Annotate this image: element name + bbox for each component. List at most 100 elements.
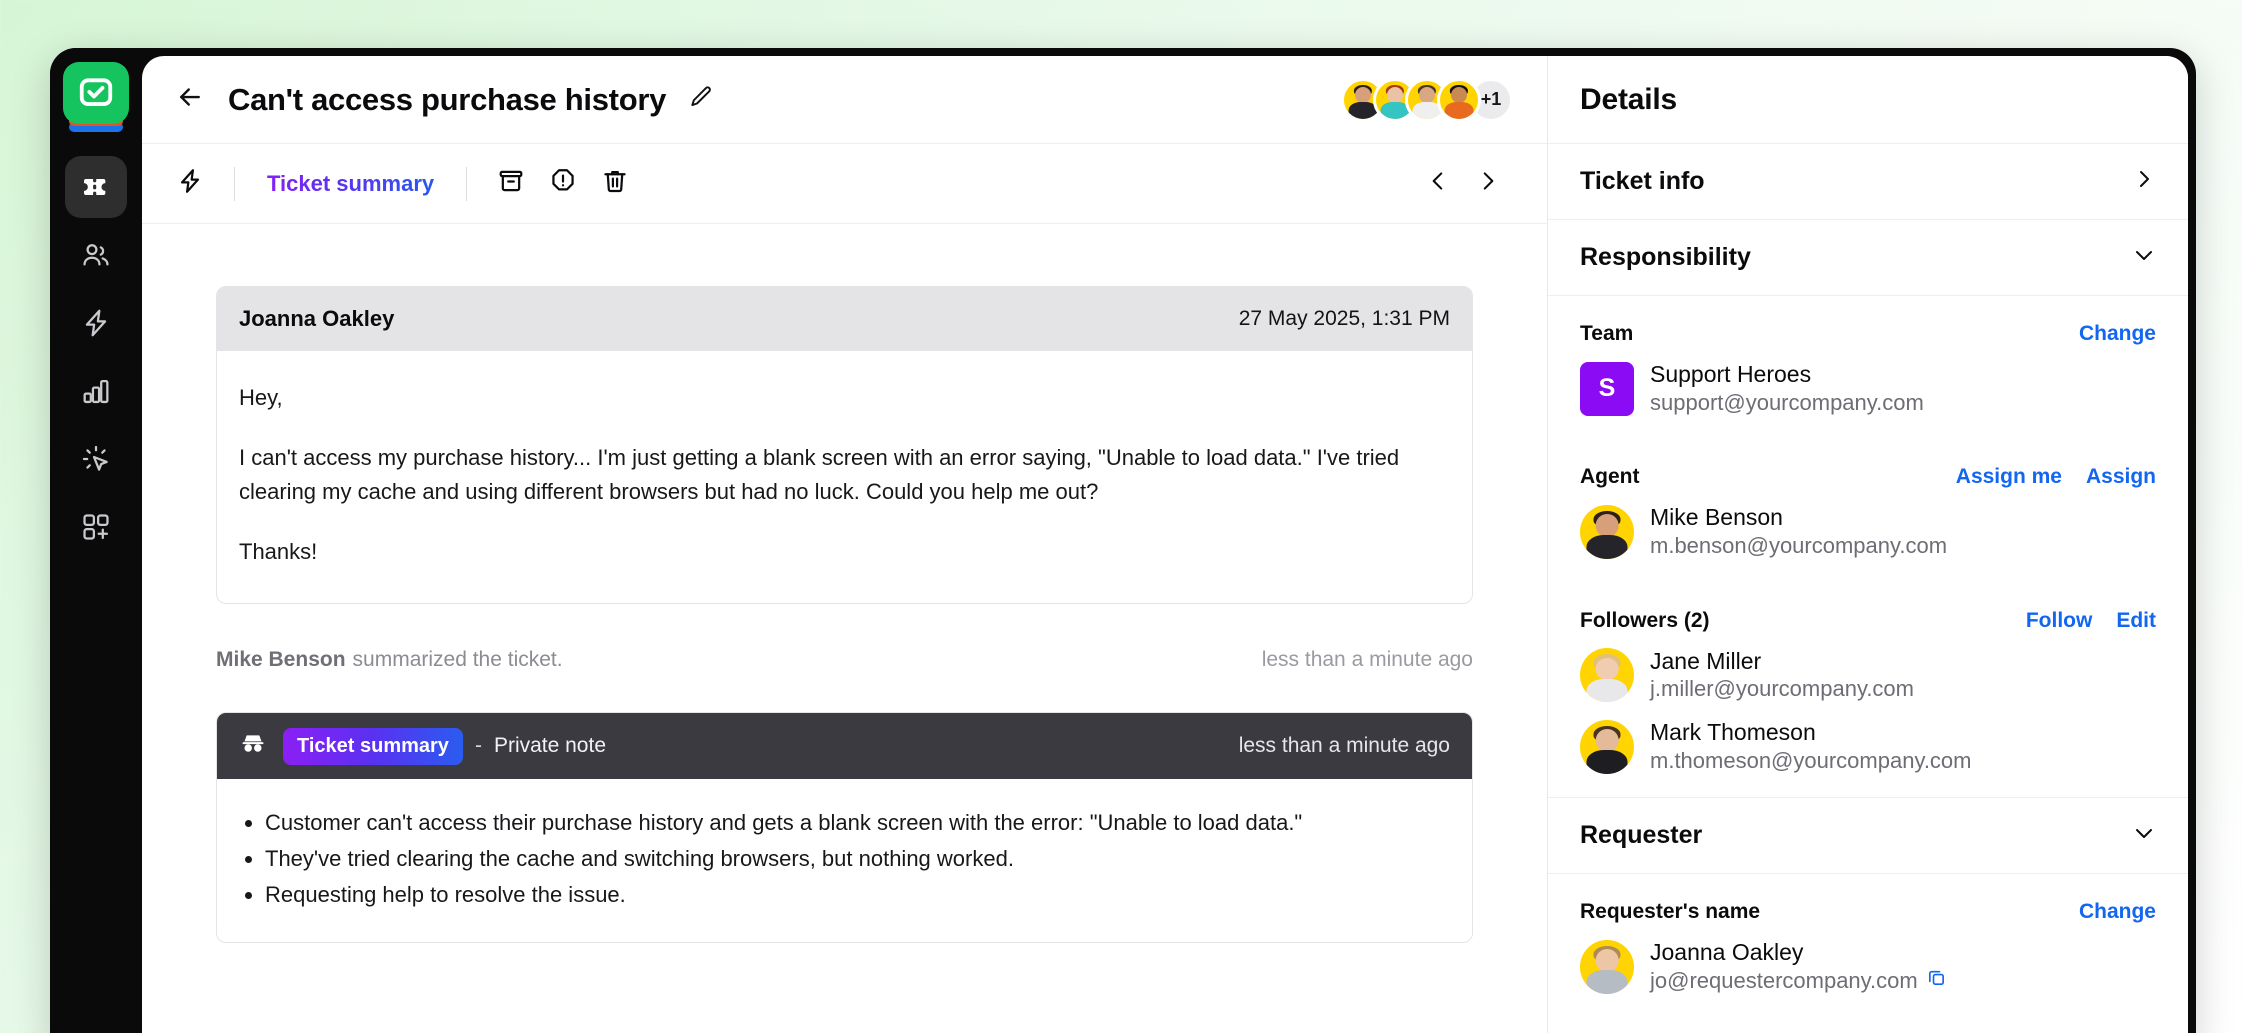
app-window: Can't access purchase history +1 Ticket …	[50, 48, 2196, 1033]
requester-email: jo@requestercompany.com	[1650, 968, 1918, 994]
toolbar-divider-1	[234, 166, 235, 201]
message-card: Joanna Oakley 27 May 2025, 1:31 PM Hey, …	[216, 286, 1473, 605]
requester-change-link[interactable]: Change	[2079, 900, 2156, 924]
apps-add-icon	[80, 511, 112, 543]
copy-icon[interactable]	[1926, 967, 1947, 996]
follower-avatar-1	[1580, 648, 1634, 703]
octagon-alert-icon	[549, 167, 577, 200]
rail-item-apps[interactable]	[65, 496, 127, 558]
requester-name-label: Requester's name	[1580, 900, 1761, 924]
archive-button[interactable]	[485, 158, 537, 210]
lightning-bolt-icon	[176, 167, 204, 200]
note-bullet-2: They've tried clearing the cache and swi…	[265, 841, 1450, 877]
team-label: Team	[1580, 322, 1634, 345]
rail-item-contacts[interactable]	[65, 224, 127, 286]
activity-text: summarized the ticket.	[352, 648, 563, 672]
requester-avatar	[1580, 940, 1634, 995]
team-initial: S	[1598, 374, 1616, 403]
rail-item-reports[interactable]	[65, 360, 127, 422]
chevron-down-icon	[2132, 821, 2156, 850]
agent-field-header: Agent Assign me Assign	[1580, 465, 2156, 489]
rail-item-automations[interactable]	[65, 292, 127, 354]
mark-spam-button[interactable]	[537, 158, 589, 210]
archive-box-icon	[497, 167, 525, 200]
agent-label: Agent	[1580, 465, 1640, 489]
left-nav-rail	[50, 48, 142, 1033]
message-paragraph-1: Hey,	[239, 385, 283, 410]
assign-link[interactable]: Assign	[2086, 465, 2156, 489]
assign-me-link[interactable]: Assign me	[1956, 465, 2062, 489]
requester-email-row: jo@requestercompany.com	[1650, 967, 1947, 996]
avatar-collaborator-4[interactable]	[1437, 77, 1481, 122]
ticket-header: Can't access purchase history +1	[142, 56, 1547, 144]
note-timestamp: less than a minute ago	[1238, 734, 1450, 758]
team-change-link[interactable]: Change	[2079, 322, 2156, 346]
ai-sparkle-cursor-icon	[80, 443, 112, 475]
chevron-down-icon	[2132, 243, 2156, 272]
logo-mark	[63, 62, 129, 124]
reports-bar-chart-icon	[80, 375, 112, 407]
ticket-toolbar: Ticket summary	[142, 144, 1547, 224]
section-ticket-info[interactable]: Ticket info	[1548, 144, 2188, 220]
app-logo-checkbox[interactable]	[63, 62, 129, 140]
section-responsibility[interactable]: Responsibility	[1548, 220, 2188, 296]
follower-entry-1[interactable]: Jane Miller j.miller@yourcompany.com	[1580, 647, 2156, 704]
follower-entry-2[interactable]: Mark Thomeson m.thomeson@yourcompany.com	[1580, 718, 2156, 775]
follower-name-2: Mark Thomeson	[1650, 719, 1816, 746]
note-bullet-1: Customer can't access their purchase his…	[265, 805, 1450, 841]
activity-actor: Mike Benson	[216, 648, 346, 672]
rail-item-tickets[interactable]	[65, 156, 127, 218]
agent-email: m.benson@yourcompany.com	[1650, 533, 1948, 559]
agent-name: Mike Benson	[1650, 504, 1783, 531]
private-note-header: Ticket summary - Private note less than …	[217, 713, 1472, 780]
automations-bolt-icon	[80, 307, 112, 339]
agent-avatar	[1580, 505, 1634, 560]
follower-email-1: j.miller@yourcompany.com	[1650, 676, 1914, 702]
activity-log-entry: Mike Benson summarized the ticket. less …	[216, 648, 1473, 672]
ticket-icon	[80, 171, 112, 203]
requester-label: Requester	[1580, 821, 1703, 850]
back-button[interactable]	[168, 78, 212, 122]
arrow-left-icon	[175, 82, 205, 117]
message-body: Hey, I can't access my purchase history.…	[217, 351, 1472, 603]
details-panel-header: Details	[1548, 56, 2188, 144]
next-ticket-button[interactable]	[1463, 159, 1513, 209]
toolbar-divider-2	[466, 166, 468, 201]
ticket-column: Can't access purchase history +1 Ticket …	[142, 56, 1548, 1033]
contacts-icon	[80, 239, 112, 271]
message-timestamp: 27 May 2025, 1:31 PM	[1238, 307, 1450, 330]
note-kind-label: Private note	[493, 734, 607, 758]
followers-label: Followers (2)	[1580, 608, 1710, 632]
trash-icon	[601, 167, 629, 200]
collaborator-avatars[interactable]: +1	[1341, 77, 1513, 122]
chevron-right-icon	[1475, 168, 1501, 199]
requester-entry[interactable]: Joanna Oakley jo@requestercompany.com	[1580, 938, 2156, 995]
note-bullet-3: Requesting help to resolve the issue.	[265, 877, 1450, 913]
requester-name: Joanna Oakley	[1650, 939, 1804, 966]
automation-bolt-button[interactable]	[164, 158, 216, 210]
ticket-info-label: Ticket info	[1580, 167, 1705, 195]
team-field-header: Team Change	[1580, 322, 2156, 346]
requester-name-field-header: Requester's name Change	[1580, 900, 2156, 924]
previous-ticket-button[interactable]	[1413, 159, 1463, 209]
followers-edit-link[interactable]: Edit	[2116, 609, 2156, 633]
follower-name-1: Jane Miller	[1650, 647, 1762, 674]
delete-button[interactable]	[589, 158, 641, 210]
message-paragraph-3: Thanks!	[239, 539, 318, 565]
conversation-thread: Joanna Oakley 27 May 2025, 1:31 PM Hey, …	[142, 224, 1547, 1033]
message-header: Joanna Oakley 27 May 2025, 1:31 PM	[217, 287, 1472, 351]
agent-entry[interactable]: Mike Benson m.benson@yourcompany.com	[1580, 503, 2156, 560]
team-avatar-initial: S	[1580, 361, 1634, 416]
details-panel: Details Ticket info Responsibility Team	[1548, 56, 2188, 1033]
app-surface: Can't access purchase history +1 Ticket …	[142, 56, 2188, 1033]
private-note-spy-icon	[239, 730, 267, 763]
ticket-summary-button[interactable]: Ticket summary	[253, 171, 448, 197]
rail-item-ai[interactable]	[65, 428, 127, 490]
details-title: Details	[1580, 82, 1677, 116]
section-requester[interactable]: Requester	[1548, 798, 2188, 875]
ticket-summary-badge: Ticket summary	[283, 727, 463, 765]
team-entry[interactable]: S Support Heroes support@yourcompany.com	[1580, 360, 2156, 417]
edit-title-button[interactable]	[684, 83, 718, 117]
follow-link[interactable]: Follow	[2026, 609, 2093, 633]
follower-email-2: m.thomeson@yourcompany.com	[1650, 747, 1972, 773]
